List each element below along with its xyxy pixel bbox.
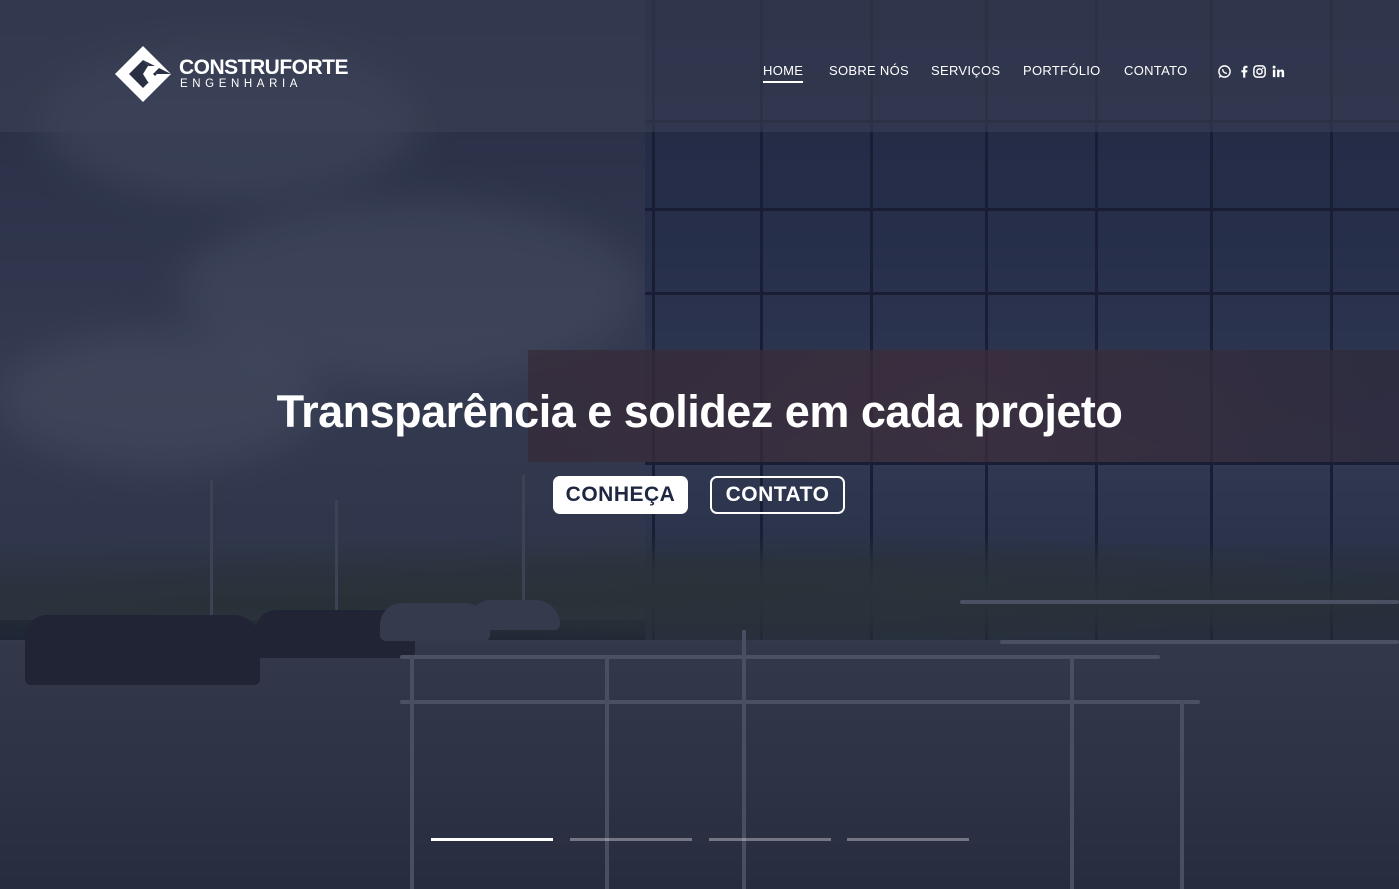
instagram-icon[interactable] [1252,64,1268,80]
hero-title: Transparência e solidez em cada projeto [276,386,1123,437]
slide-indicator[interactable] [570,838,692,841]
slide-indicator[interactable] [709,838,831,841]
nav-item-home[interactable]: HOME [763,63,804,83]
brand-subtitle: ENGENHARIA [180,78,303,90]
contato-button[interactable]: CONTATO [710,476,845,514]
slide-indicator[interactable] [431,838,553,841]
linkedin-icon[interactable] [1271,64,1287,80]
logo-mark-icon [115,46,171,102]
hero-background-image [0,0,1399,889]
nav-item-contato[interactable]: CONTATO [1124,63,1188,78]
nav-item-sobre-nos[interactable]: SOBRE NÓS [829,63,909,78]
conheca-button[interactable]: CONHEÇA [553,476,688,514]
logo[interactable]: CONSTRUFORTE ENGENHARIA [113,44,349,104]
whatsapp-icon[interactable] [1217,64,1233,80]
nav-item-servicos[interactable]: SERVIÇOS [931,63,1000,78]
facebook-icon[interactable] [1237,64,1253,80]
slide-indicator[interactable] [847,838,969,841]
site-header: CONSTRUFORTE ENGENHARIA HOME SOBRE NÓS S… [0,0,1399,132]
nav-item-portfolio[interactable]: PORTFÓLIO [1023,63,1101,78]
brand-name: CONSTRUFORTE [179,56,349,79]
hero-overlay [0,0,1399,889]
